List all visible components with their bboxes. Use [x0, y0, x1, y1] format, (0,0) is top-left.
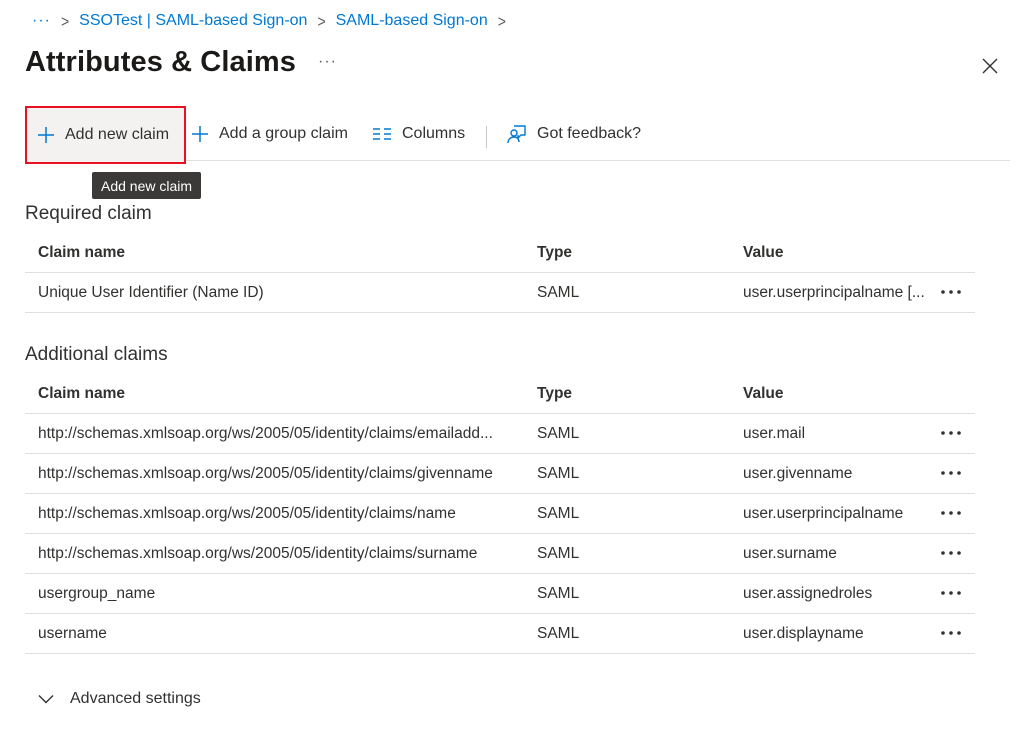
breadcrumb-separator: > [317, 11, 326, 31]
columns-icon [373, 128, 391, 140]
close-icon [982, 58, 998, 74]
table-row[interactable]: http://schemas.xmlsoap.org/ws/2005/05/id… [25, 494, 975, 534]
breadcrumb-item-ssotest[interactable]: SSOTest | SAML-based Sign-on [79, 12, 307, 30]
column-header-value[interactable]: Value [743, 385, 933, 403]
columns-label: Columns [402, 125, 466, 142]
row-more-button[interactable] [939, 423, 963, 443]
columns-button[interactable]: Columns [372, 108, 465, 160]
claim-value-cell: user.mail [743, 425, 806, 442]
plus-icon [192, 126, 208, 142]
table-header-row: Claim name Type Value [25, 374, 975, 414]
add-group-claim-label: Add a group claim [219, 125, 348, 142]
column-header-claim-name[interactable]: Claim name [38, 385, 528, 403]
additional-claims-table: Claim name Type Value http://schemas.xml… [25, 374, 975, 654]
claim-value-cell: user.displayname [743, 625, 864, 642]
claim-value-cell: user.userprincipalname [743, 505, 904, 522]
row-more-button[interactable] [939, 282, 963, 302]
claim-name-cell: http://schemas.xmlsoap.org/ws/2005/05/id… [38, 465, 493, 482]
toolbar-divider [486, 126, 487, 148]
claim-name-cell: http://schemas.xmlsoap.org/ws/2005/05/id… [38, 505, 456, 522]
row-more-button[interactable] [939, 503, 963, 523]
add-new-claim-label: Add new claim [65, 126, 170, 143]
row-more-button[interactable] [939, 583, 963, 603]
table-row[interactable]: usergroup_name SAML user.assignedroles [25, 574, 975, 614]
claim-type-cell: SAML [537, 545, 580, 562]
claim-type-cell: SAML [537, 465, 580, 482]
more-icon [941, 471, 961, 475]
breadcrumb-separator: > [497, 11, 506, 31]
claim-name-cell: http://schemas.xmlsoap.org/ws/2005/05/id… [38, 425, 493, 442]
claim-name-cell: Unique User Identifier (Name ID) [38, 284, 264, 301]
row-more-button[interactable] [939, 463, 963, 483]
required-claim-heading: Required claim [25, 203, 152, 224]
add-new-claim-button[interactable]: Add new claim [25, 106, 186, 164]
table-row[interactable]: Unique User Identifier (Name ID) SAML us… [25, 273, 975, 313]
claim-name-cell: http://schemas.xmlsoap.org/ws/2005/05/id… [38, 545, 478, 562]
breadcrumb-item-saml-sign-on[interactable]: SAML-based Sign-on [336, 12, 488, 30]
more-icon [941, 631, 961, 635]
advanced-settings-label: Advanced settings [70, 690, 201, 707]
claim-value-cell: user.assignedroles [743, 585, 873, 602]
claim-type-cell: SAML [537, 585, 580, 602]
additional-claims-heading: Additional claims [25, 344, 168, 365]
claim-value-cell: user.userprincipalname [... [743, 284, 925, 301]
more-icon [941, 431, 961, 435]
close-button[interactable] [978, 54, 1002, 78]
table-row[interactable]: http://schemas.xmlsoap.org/ws/2005/05/id… [25, 414, 975, 454]
breadcrumb-overflow[interactable]: ··· [32, 12, 51, 30]
column-header-type[interactable]: Type [537, 244, 717, 262]
feedback-icon [507, 125, 526, 144]
breadcrumb: ··· > SSOTest | SAML-based Sign-on > SAM… [32, 11, 516, 31]
page-title: Attributes & Claims [25, 46, 296, 78]
required-claims-table: Claim name Type Value Unique User Identi… [25, 233, 975, 313]
table-row[interactable]: http://schemas.xmlsoap.org/ws/2005/05/id… [25, 454, 975, 494]
more-icon [941, 551, 961, 555]
title-more-button[interactable]: ··· [318, 53, 337, 71]
chevron-down-icon [38, 695, 54, 704]
row-more-button[interactable] [939, 623, 963, 643]
more-icon [941, 591, 961, 595]
breadcrumb-separator: > [60, 11, 70, 31]
claim-value-cell: user.givenname [743, 465, 853, 482]
feedback-label: Got feedback? [537, 125, 642, 142]
claim-name-cell: usergroup_name [38, 585, 156, 602]
more-icon [941, 511, 961, 515]
claim-type-cell: SAML [537, 425, 580, 442]
row-more-button[interactable] [939, 543, 963, 563]
claim-type-cell: SAML [537, 625, 580, 642]
advanced-settings-toggle[interactable]: Advanced settings [38, 690, 201, 708]
claim-type-cell: SAML [537, 505, 580, 522]
table-header-row: Claim name Type Value [25, 233, 975, 273]
claim-value-cell: user.surname [743, 545, 837, 562]
command-bar: Add new claim Add a group claim Columns … [25, 106, 1010, 164]
feedback-button[interactable]: Got feedback? [507, 108, 641, 160]
plus-icon [38, 127, 54, 143]
claim-type-cell: SAML [537, 284, 580, 301]
table-row[interactable]: http://schemas.xmlsoap.org/ws/2005/05/id… [25, 534, 975, 574]
column-header-claim-name[interactable]: Claim name [38, 244, 528, 262]
table-row[interactable]: username SAML user.displayname [25, 614, 975, 654]
more-icon [941, 290, 961, 294]
column-header-value[interactable]: Value [743, 244, 933, 262]
column-header-type[interactable]: Type [537, 385, 717, 403]
add-new-claim-tooltip: Add new claim [92, 172, 202, 199]
claim-name-cell: username [38, 625, 107, 642]
add-group-claim-button[interactable]: Add a group claim [191, 108, 348, 160]
